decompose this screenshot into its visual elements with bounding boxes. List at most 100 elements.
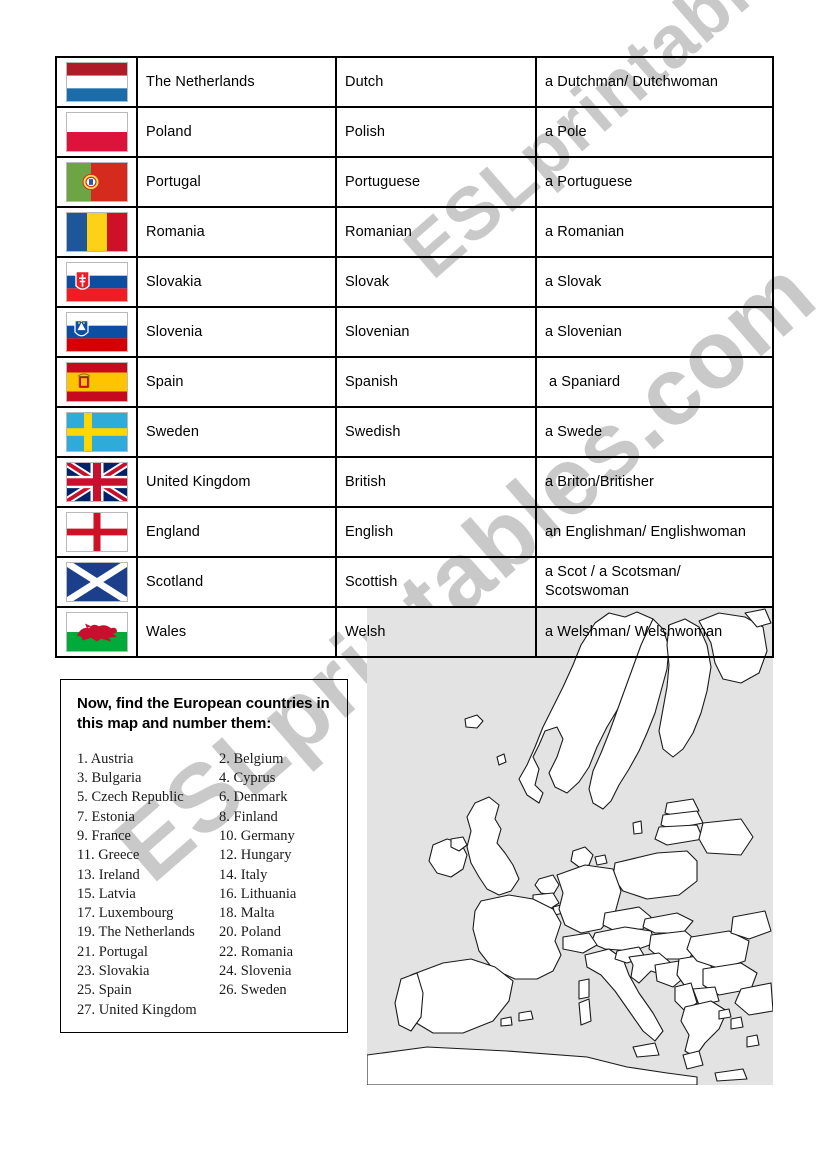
table-cell-person: a Scot / a Scotsman/ Scotswoman xyxy=(535,556,774,608)
list-item: 23. Slovakia xyxy=(77,962,150,979)
list-item: 15. Latvia xyxy=(77,885,136,902)
country-name: Spain xyxy=(146,373,184,390)
map-island-gotland xyxy=(632,820,643,835)
nationality-adjective: Dutch xyxy=(345,73,384,90)
table-row: Scotland Scottish a Scot / a Scotsman/ S… xyxy=(55,556,774,608)
table-cell-adjective: Polish xyxy=(335,106,537,158)
map-island-corsica xyxy=(578,978,590,1000)
list-item: 19. The Netherlands xyxy=(77,924,195,941)
map-region-peloponnese xyxy=(682,1050,704,1070)
list-item: 5. Czech Republic xyxy=(77,789,184,806)
table-cell-country: Scotland xyxy=(136,556,337,608)
table-cell-person: a Briton/Britisher xyxy=(535,456,774,508)
table-cell-person: a Slovenian xyxy=(535,306,774,358)
table-row: United Kingdom British a Briton/Britishe… xyxy=(55,456,774,508)
map-island-sardinia xyxy=(578,998,592,1026)
table-cell-country: Slovakia xyxy=(136,256,337,308)
map-island-ibiza xyxy=(500,1016,513,1027)
country-name: United Kingdom xyxy=(146,473,251,490)
table-cell-adjective: Welsh xyxy=(335,606,537,658)
exercise-instruction-box: Now, find the European countries in this… xyxy=(60,679,348,1033)
table-cell-country: Poland xyxy=(136,106,337,158)
list-item: 16. Lithuania xyxy=(219,885,297,902)
list-item: 3. Bulgaria xyxy=(77,770,142,787)
person-noun: a Slovenian xyxy=(545,323,622,340)
table-cell-flag xyxy=(55,106,138,158)
nationality-adjective: Spanish xyxy=(345,373,399,390)
poland-flag-icon xyxy=(65,112,128,152)
person-noun: a Spaniard xyxy=(549,373,621,390)
table-row: Spain Spanish a Spaniard xyxy=(55,356,774,408)
table-cell-country: United Kingdom xyxy=(136,456,337,508)
list-item: 1. Austria xyxy=(77,750,134,767)
table-row: Poland Polish a Pole xyxy=(55,106,774,158)
table-cell-flag xyxy=(55,556,138,608)
list-item: 21. Portugal xyxy=(77,943,148,960)
scotland-flag-icon xyxy=(65,562,128,602)
map-svg xyxy=(367,607,773,1085)
table-cell-adjective: British xyxy=(335,456,537,508)
romania-flag-icon xyxy=(65,212,128,252)
nationality-adjective: Slovak xyxy=(345,273,390,290)
exercise-heading: Now, find the European countries in this… xyxy=(77,695,330,732)
country-numbered-list: 1. Austria 2. Belgium 3. Bulgaria 4. Cyp… xyxy=(77,750,333,1020)
table-cell-country: The Netherlands xyxy=(136,56,337,108)
table-cell-country: Romania xyxy=(136,206,337,258)
person-noun: a Pole xyxy=(545,123,587,140)
list-item: 18. Malta xyxy=(219,905,275,922)
table-cell-person: a Welshman/ Welshwoman xyxy=(535,606,774,658)
table-cell-person: a Romanian xyxy=(535,206,774,258)
sweden-flag-icon xyxy=(65,412,128,452)
table-cell-adjective: Spanish xyxy=(335,356,537,408)
list-item: 10. Germany xyxy=(219,828,295,844)
country-name: Sweden xyxy=(146,423,199,440)
nationality-adjective: Scottish xyxy=(345,573,398,590)
table-cell-person: a Swede xyxy=(535,406,774,458)
list-item: 9. France xyxy=(77,828,131,844)
table-cell-country: Wales xyxy=(136,606,337,658)
list-item: 2. Belgium xyxy=(219,750,284,767)
person-noun: a Briton/Britisher xyxy=(545,473,654,490)
country-name: The Netherlands xyxy=(146,73,255,90)
list-item: 27. United Kingdom xyxy=(77,1001,197,1018)
person-noun: an Englishman/ Englishwoman xyxy=(545,523,746,540)
country-name: England xyxy=(146,523,200,540)
list-item: 6. Denmark xyxy=(219,789,288,806)
table-row: Romania Romanian a Romanian xyxy=(55,206,774,258)
netherlands-flag-icon xyxy=(65,62,128,102)
table-cell-adjective: Romanian xyxy=(335,206,537,258)
nationality-adjective: Polish xyxy=(345,123,386,140)
person-noun: a Romanian xyxy=(545,223,625,240)
table-cell-country: England xyxy=(136,506,337,558)
map-island-aegean xyxy=(730,1016,744,1030)
table-row: Slovenia Slovenian a Slovenian xyxy=(55,306,774,358)
portugal-flag-icon xyxy=(65,162,128,202)
england-flag-icon xyxy=(65,512,128,552)
table-row: Portugal Portuguese a Portuguese xyxy=(55,156,774,208)
country-name: Portugal xyxy=(146,173,201,190)
table-cell-country: Sweden xyxy=(136,406,337,458)
table-cell-country: Portugal xyxy=(136,156,337,208)
country-name: Poland xyxy=(146,123,192,140)
country-name: Slovenia xyxy=(146,323,203,340)
map-country-belarus xyxy=(698,818,754,856)
nationality-adjective: Welsh xyxy=(345,623,386,640)
list-item: 7. Estonia xyxy=(77,808,135,825)
table-cell-person: a Dutchman/ Dutchwoman xyxy=(535,56,774,108)
wales-flag-icon xyxy=(65,612,128,652)
table-cell-flag xyxy=(55,456,138,508)
table-row: Sweden Swedish a Swede xyxy=(55,406,774,458)
list-item: 22. Romania xyxy=(219,943,294,960)
table-cell-adjective: Slovak xyxy=(335,256,537,308)
list-item: 25. Spain xyxy=(77,982,132,999)
person-noun: a Welshman/ Welshwoman xyxy=(545,623,723,640)
map-island-euboea xyxy=(718,1008,732,1020)
table-cell-flag xyxy=(55,156,138,208)
list-item: 8. Finland xyxy=(219,808,278,825)
country-name: Wales xyxy=(146,623,187,640)
table-cell-country: Spain xyxy=(136,356,337,408)
table-cell-person: a Slovak xyxy=(535,256,774,308)
nationality-adjective: British xyxy=(345,473,386,490)
list-item: 11. Greece xyxy=(77,847,140,864)
table-cell-person: a Spaniard xyxy=(535,356,774,408)
